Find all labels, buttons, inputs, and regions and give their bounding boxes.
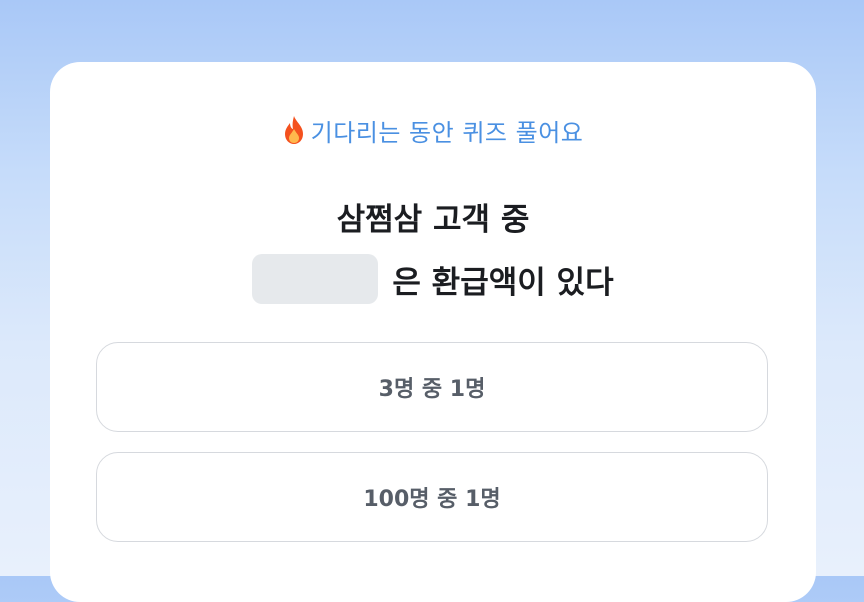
question-line-2: 은 환급액이 있다: [50, 252, 816, 306]
quiz-subtitle: 기다리는 동안 퀴즈 풀어요: [50, 112, 816, 148]
option-button-2[interactable]: 100명 중 1명: [96, 452, 768, 542]
option-label: 3명 중 1명: [378, 377, 486, 402]
quiz-card: 기다리는 동안 퀴즈 풀어요 삼쩜삼 고객 중 은 환급액이 있다 3명 중 1…: [50, 62, 816, 602]
option-label: 100명 중 1명: [363, 487, 501, 512]
fire-icon: [283, 115, 305, 145]
question-line-2-text: 은 환급액이 있다: [392, 264, 614, 301]
question-line-1: 삼쩜삼 고객 중: [336, 202, 530, 238]
subtitle-text: 기다리는 동안 퀴즈 풀어요: [310, 118, 584, 147]
option-button-1[interactable]: 3명 중 1명: [96, 342, 768, 432]
answer-blank: [252, 254, 379, 304]
